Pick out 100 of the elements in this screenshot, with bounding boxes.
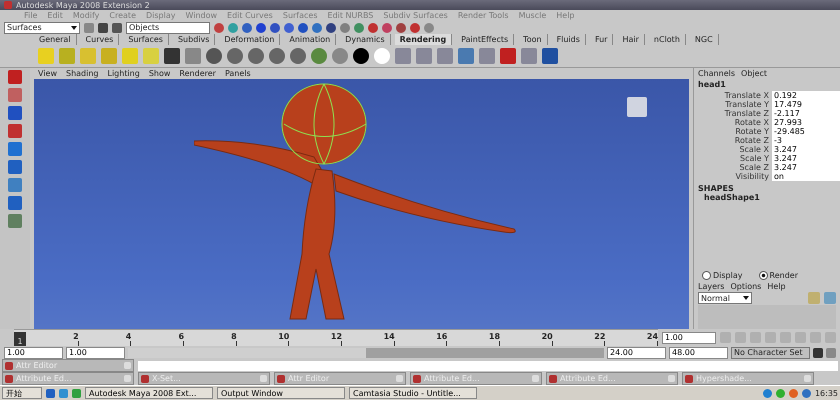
start-button[interactable]: 开始 [2, 387, 42, 399]
shape-name[interactable]: headShape1 [694, 193, 840, 269]
frame-number: 22 [594, 332, 606, 341]
attribute-name: Translate Z [724, 109, 770, 118]
window-controls-icon[interactable] [668, 375, 675, 382]
attribute-value[interactable]: -2.117 [772, 109, 840, 118]
layer-menu-item[interactable]: Layers [698, 282, 724, 290]
current-time-field[interactable]: 1.00 [662, 332, 716, 344]
taskbar-button[interactable]: Output Window [217, 387, 345, 399]
attribute-value[interactable]: 0.192 [772, 91, 840, 100]
layer-icon[interactable] [824, 292, 836, 304]
shelf-tab[interactable]: Deformation [219, 34, 280, 45]
playback-button-icon[interactable] [735, 332, 746, 343]
layer-menu-item[interactable]: Help [767, 282, 786, 290]
playback-button-icon[interactable] [720, 332, 731, 343]
shelf-icon[interactable] [353, 48, 369, 64]
current-frame-marker[interactable]: 1 [14, 332, 26, 346]
playback-button-icon[interactable] [750, 332, 761, 343]
frame-number: 6 [178, 332, 184, 341]
tool-icon[interactable] [8, 70, 22, 84]
tool-icon[interactable] [8, 214, 22, 228]
view-cube-icon[interactable] [627, 97, 647, 117]
shelf-tab[interactable]: PaintEffects [456, 34, 514, 45]
node-name: head1 [697, 79, 727, 91]
shelf-tab[interactable]: NGC [690, 34, 719, 45]
range-end-field[interactable]: 24.00 [607, 346, 666, 358]
attribute-value[interactable]: on [772, 172, 840, 181]
character-set-dropdown[interactable]: No Character Set [731, 346, 810, 358]
shelf-tab[interactable]: General [34, 34, 77, 45]
tool-icon[interactable] [8, 160, 22, 174]
radio-button[interactable] [758, 270, 768, 280]
attribute-name: Rotate Z [734, 136, 770, 145]
viewport-menu-item[interactable]: Show [148, 69, 170, 78]
shelf-tab[interactable]: Dynamics [340, 34, 391, 45]
tool-icon[interactable] [8, 142, 22, 156]
window-controls-icon[interactable] [804, 375, 811, 382]
taskbar-button[interactable]: Camtasia Studio - Untitle... [349, 387, 477, 399]
attribute-name: Translate Y [724, 100, 770, 109]
key-icon[interactable] [813, 348, 823, 358]
shelf-tab[interactable]: Animation [284, 34, 336, 45]
attribute-value[interactable]: 17.479 [772, 100, 840, 109]
layer-menu-item[interactable]: Options [730, 282, 762, 290]
range-slider[interactable] [128, 348, 604, 358]
window-controls-icon[interactable] [396, 375, 403, 382]
range-slider-bar[interactable] [128, 348, 366, 358]
window-controls-icon[interactable] [260, 375, 267, 382]
blend-mode-dropdown[interactable]: Normal [698, 292, 752, 304]
start-time-field[interactable]: 1.00 [4, 346, 63, 358]
attribute-value[interactable]: -29.485 [772, 127, 840, 136]
tool-icon[interactable] [8, 178, 22, 192]
viewport-menu-item[interactable]: Renderer [179, 69, 216, 78]
tool-icon[interactable] [8, 88, 22, 102]
shelf-tab[interactable]: Subdivs [172, 34, 216, 45]
frame-number: 8 [231, 332, 237, 341]
tool-icon[interactable] [8, 196, 22, 210]
attribute-value[interactable]: 27.993 [772, 118, 840, 127]
playback-button-icon[interactable] [810, 332, 821, 343]
shelf-tab[interactable]: Hair [617, 34, 645, 45]
viewport-menu-item[interactable]: Lighting [107, 69, 140, 78]
caret-icon [71, 26, 77, 30]
shapes-heading: SHAPES [697, 183, 735, 193]
shelf-tab[interactable]: nCloth [648, 34, 686, 45]
viewport-menu-item[interactable]: Shading [66, 69, 98, 78]
viewport[interactable] [34, 79, 689, 329]
taskbar-button[interactable]: Autodesk Maya 2008 Ext... [85, 387, 213, 399]
channel-box-menu-item[interactable]: Object [741, 68, 768, 78]
attribute-name: Visibility [734, 172, 770, 181]
shelf-tab[interactable]: Fur [590, 34, 614, 45]
tool-icon[interactable] [8, 124, 22, 138]
selection-mode-field[interactable]: Objects [126, 22, 210, 34]
playback-button-icon[interactable] [765, 332, 776, 343]
radio-button[interactable] [702, 270, 711, 280]
shelf-tab[interactable]: Toon [518, 34, 548, 45]
attribute-value[interactable]: 3.247 [772, 145, 840, 154]
playback-button-icon[interactable] [780, 332, 791, 343]
frame-number: 14 [384, 332, 395, 341]
viewport-menu-item[interactable]: Panels [224, 69, 251, 78]
playback-button-icon[interactable] [795, 332, 806, 343]
attribute-value[interactable]: 3.247 [772, 154, 840, 163]
frame-number: 2 [73, 332, 79, 341]
frame-number: 20 [542, 332, 553, 341]
tool-icon[interactable] [8, 106, 22, 120]
frame-number: 24 [646, 332, 658, 341]
end-time-field[interactable]: 48.00 [669, 346, 728, 358]
frame-number: 12 [330, 332, 342, 341]
playback-button-icon[interactable] [825, 332, 836, 343]
range-start-field[interactable]: 1.00 [66, 346, 125, 358]
radio-label: Render [770, 270, 798, 280]
attribute-value[interactable]: 3.247 [772, 163, 840, 172]
layer-icon[interactable] [808, 292, 820, 304]
channel-box-menu-item[interactable]: Channels [698, 68, 736, 78]
attribute-value[interactable]: -3 [772, 136, 840, 145]
window-controls-icon[interactable] [532, 375, 539, 382]
time-slider[interactable]: 1 2 4 6 8 10 12 14 16 18 20 22 24 [14, 329, 658, 346]
menu-set-dropdown[interactable]: Surfaces [4, 22, 80, 34]
shelf-tab[interactable]: Fluids [552, 34, 586, 45]
shelf-tab[interactable]: Rendering [394, 34, 452, 45]
shelf-tab[interactable]: Curves [80, 34, 120, 45]
viewport-menu-item[interactable]: View [38, 69, 57, 78]
shelf-tab[interactable]: Surfaces [123, 34, 169, 45]
